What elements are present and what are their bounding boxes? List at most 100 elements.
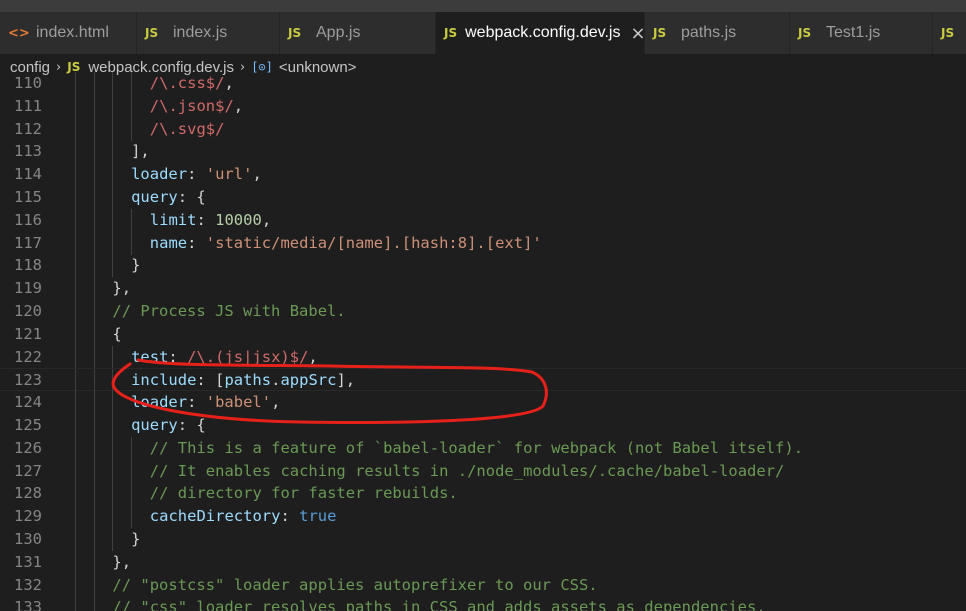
tab-index-js[interactable]: JS index.js [137, 12, 280, 54]
code-line[interactable]: 119}, [0, 277, 966, 301]
js-file-icon: JS [941, 26, 955, 40]
code-line[interactable]: 128 // directory for faster rebuilds. [0, 482, 966, 506]
indent-guide [93, 300, 95, 323]
code-token: : { [177, 416, 206, 434]
code-line[interactable]: 124 loader: 'babel', [0, 391, 966, 415]
indent-guide [93, 596, 95, 611]
code-text: }, [112, 277, 131, 300]
line-number: 110 [14, 74, 42, 92]
code-token: /\.(js|jsx)$/ [187, 347, 309, 366]
code-token: name [149, 233, 188, 252]
code-line[interactable]: 116 limit: 10000, [0, 208, 966, 232]
code-token: // directory for faster rebuilds. [149, 484, 458, 503]
code-text: ], [131, 140, 150, 163]
indent-guide [75, 459, 76, 483]
code-line[interactable]: 130} [0, 528, 966, 551]
code-token: , [224, 74, 234, 92]
indent-guide [131, 505, 133, 529]
indent-guide [75, 550, 76, 574]
indent-guide [93, 254, 95, 278]
code-token: appSrc [280, 371, 337, 390]
code-token: 10000 [215, 210, 262, 229]
code-line[interactable]: 127 // It enables caching results in ./no… [0, 459, 966, 483]
code-line[interactable]: 123 include: [paths.appSrc], [0, 368, 966, 393]
code-text: name: 'static/media/[name].[hash:8].[ext… [150, 232, 542, 255]
js-file-icon: JS [798, 26, 812, 40]
code-text: cacheDirectory: true [150, 505, 337, 528]
code-line[interactable]: 114 loader: 'url', [0, 163, 966, 187]
code-line[interactable]: 122 test: /\.(js|jsx)$/, [0, 345, 966, 369]
tab-index-html[interactable]: <> index.html [0, 12, 137, 54]
editor-tab-bar: <> index.html JS index.js JS App.js JS webpack.… [0, 12, 966, 54]
code-token: ] [336, 371, 346, 390]
tab-label: Test1.js [826, 24, 881, 41]
html-file-icon: <> [8, 25, 30, 41]
code-token: cacheDirectory [149, 507, 281, 526]
indent-guide [131, 72, 133, 95]
code-text: loader: 'babel', [131, 391, 280, 414]
code-token: , [345, 371, 356, 390]
code-line[interactable]: 121 { [0, 322, 966, 346]
code-line[interactable]: 111 /\.json$/, [0, 94, 966, 118]
code-line[interactable]: 133 // "css" loader resolves paths in CSS… [0, 596, 966, 611]
code-line[interactable]: 120 // Process JS with Babel. [0, 300, 966, 323]
code-token: ], [131, 142, 150, 161]
indent-guide [93, 482, 95, 506]
code-token: paths [224, 371, 272, 390]
code-token: /\.css$/ [149, 74, 225, 92]
code-text: { [112, 323, 121, 346]
indent-guide [112, 72, 114, 95]
code-text: include: [paths.appSrc], [131, 369, 355, 392]
indent-guide [112, 391, 114, 415]
indent-guide [75, 254, 76, 278]
code-line[interactable]: 129 cacheDirectory: true [0, 505, 966, 529]
tab-app-js[interactable]: JS App.js [280, 12, 436, 54]
indent-guide [112, 528, 114, 551]
indent-guide [93, 505, 95, 529]
line-number: 125 [14, 416, 42, 434]
tab-test1-js[interactable]: JS Test1.js [790, 12, 933, 54]
code-token: }, [112, 279, 132, 298]
code-line[interactable]: 115 query: { [0, 186, 966, 209]
code-token: : [168, 347, 188, 366]
code-text: /\.json$/, [150, 95, 243, 118]
code-token: /\.json$/ [149, 96, 234, 115]
code-line[interactable]: 132 // "postcss" loader applies autoprefi… [0, 573, 966, 597]
code-line[interactable]: 126 // This is a feature of `babel-loader… [0, 436, 966, 460]
code-line[interactable]: 113], [0, 140, 966, 164]
code-token: // This is a feature of `babel-loader` f… [149, 438, 804, 457]
code-line[interactable]: 118} [0, 254, 966, 278]
code-token: } [131, 256, 141, 275]
indent-guide [112, 117, 114, 141]
code-line[interactable]: 112 /\.svg$/ [0, 117, 966, 141]
indent-guide [93, 140, 95, 164]
code-token: true [299, 507, 337, 526]
indent-guide [93, 459, 95, 483]
code-text: /\.css$/, [150, 72, 234, 95]
indent-guide [131, 231, 133, 255]
code-token: : [187, 233, 206, 252]
code-token: : [280, 507, 300, 526]
line-number: 128 [14, 484, 42, 503]
code-text: limit: 10000, [150, 209, 271, 232]
code-editor[interactable]: 110 /\.css$/, 111 /\.json$/, 112 /\.svg$/ 113]… [0, 72, 966, 611]
line-number: 113 [14, 142, 42, 161]
code-text: // It enables caching results in ./node_… [150, 460, 785, 483]
code-line[interactable]: 131}, [0, 550, 966, 574]
indent-guide [93, 163, 95, 187]
js-file-icon: JS [653, 26, 667, 40]
tab-paths-js[interactable]: JS paths.js [645, 12, 790, 54]
indent-guide [75, 208, 76, 232]
indent-guide [75, 436, 76, 460]
indent-guide [112, 163, 114, 187]
code-line[interactable]: 117 name: 'static/media/[name].[hash:8].[… [0, 231, 966, 255]
tab-webpack-config-dev-js[interactable]: JS webpack.config.dev.js × [436, 12, 646, 54]
close-icon[interactable]: × [630, 23, 645, 44]
code-line[interactable]: 110 /\.css$/, [0, 72, 966, 95]
line-number: 117 [14, 233, 42, 252]
code-text: } [131, 254, 140, 277]
indent-guide [112, 94, 114, 118]
code-line[interactable]: 125 query: { [0, 414, 966, 437]
line-number: 118 [14, 256, 42, 275]
tab-overflow[interactable]: JS [933, 12, 966, 54]
